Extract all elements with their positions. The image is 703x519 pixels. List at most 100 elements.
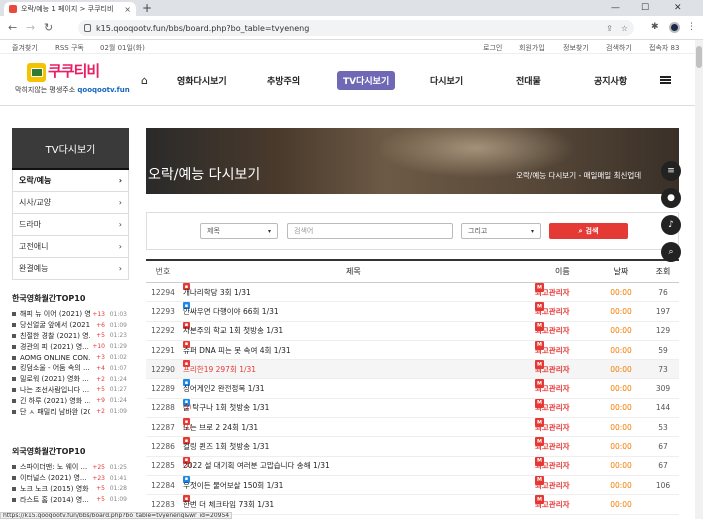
rank-row[interactable]: 경관의 피 (2021) 영... +10 01:29 xyxy=(12,341,129,352)
rank-row[interactable]: AOMG ONLINE CON... +3 01:02 xyxy=(12,352,129,363)
table-row[interactable]: 12285 ▪ 2022 설 대기획 여러분 고맙습니다 송해 1/31 (1) M 최고… xyxy=(146,456,679,476)
url-field[interactable]: k15.qooqootv.fun/bbs/board.php?bo_table=… xyxy=(78,20,634,36)
author-name: 최고관리자 xyxy=(535,499,570,509)
browser-tab[interactable]: 오락/예능 1 페이지 > 쿠쿠티비 × xyxy=(4,2,136,16)
chevron-right-icon: › xyxy=(118,264,122,273)
sidebar-item-classic-anime[interactable]: 고전애니 › xyxy=(12,236,129,258)
star-icon[interactable]: ☆ xyxy=(621,24,628,33)
user-icon[interactable]: ● xyxy=(661,188,681,208)
table-row[interactable]: 12294 ▪ 개나리학당 3회 1/31 M 최고관리자 00:00 76 xyxy=(146,283,679,303)
post-title: 슬 탁구나 1회 첫방송 1/31 xyxy=(183,403,270,413)
rank-row[interactable]: 라스트 홈 (2014) 영... +5 01:09 xyxy=(12,494,129,505)
sidebar-item-drama[interactable]: 드라마 › xyxy=(12,214,129,236)
rank-row[interactable]: 긴 하루 (2021) 영화 ... +9 01:24 xyxy=(12,395,129,406)
visitor-count[interactable]: 접속자 83 xyxy=(649,43,679,53)
site-header: 쿠쿠티비 막히지않는 평생주소 qooqootv.fun ⌂ 영화다시보기 추방… xyxy=(0,54,695,106)
rank-row[interactable]: 해피 뉴 이어 (2021) 영... +13 01:03 xyxy=(12,309,129,320)
menu-icon[interactable]: ≡ xyxy=(661,161,681,181)
profile-avatar[interactable] xyxy=(669,22,680,33)
site-logo[interactable]: 쿠쿠티비 xyxy=(48,60,100,81)
table-header: 번호 제목 이름 날짜 조회 xyxy=(146,259,679,283)
reload-button[interactable]: ↻ xyxy=(44,21,53,34)
rank-row[interactable]: 친절한 경찰 (2021) 영... +5 01:23 xyxy=(12,331,129,342)
sidebar-item-variety[interactable]: 오락/예능 › xyxy=(12,170,129,192)
search-button[interactable]: ⌕ 검색 xyxy=(549,223,628,239)
nav-rewatch[interactable]: 다시보기 xyxy=(430,74,463,87)
hamburger-menu-icon[interactable] xyxy=(660,76,671,84)
more-menu-icon[interactable]: ⋮ xyxy=(687,22,696,32)
search-icon[interactable]: ⌕ xyxy=(661,242,681,262)
nav-notice[interactable]: 공지사항 xyxy=(594,74,627,87)
rank-row[interactable]: 킹덤소울 - 어둠 속의 ... +4 01:07 xyxy=(12,363,129,374)
table-row[interactable]: 12292 ▪ 자본주의 학교 1회 첫방송 1/31 M 최고관리자 00:00 129 xyxy=(146,321,679,341)
minimize-button[interactable]: — xyxy=(611,0,620,16)
back-button[interactable]: ← xyxy=(8,21,17,34)
bullet-icon xyxy=(12,355,16,360)
table-row[interactable]: 12287 ▪ 노는 브로 2 24회 1/31 (1) M 최고관리자 00:00 53 xyxy=(146,418,679,438)
sidebar-item-completed-variety[interactable]: 완결예능 › xyxy=(12,258,129,280)
post-number: 12286 xyxy=(151,442,175,452)
post-date: 00:00 xyxy=(610,306,632,316)
rank-row[interactable]: 나는 조선사람입니다 ... +5 01:27 xyxy=(12,385,129,396)
post-number: 12283 xyxy=(151,499,175,509)
home-icon[interactable]: ⌂ xyxy=(141,74,148,87)
url-text: k15.qooqootv.fun/bbs/board.php?bo_table=… xyxy=(96,23,310,33)
table-row[interactable]: 12290 ▪ 프리한19 297회 1/31 M 최고관리자 00:00 73 xyxy=(146,360,679,380)
extensions-icon[interactable]: ✱ xyxy=(651,22,659,32)
rank-time: 01:24 xyxy=(109,375,127,383)
author-name: 최고관리자 xyxy=(535,403,570,413)
rank-row[interactable]: 스파이더맨: 노 웨이 ... +25 01:25 xyxy=(12,462,129,473)
sidebar-item-current-affairs[interactable]: 시사/교양 › xyxy=(12,192,129,214)
rank-row[interactable]: 노크 노크 (2015) 영화 ... +5 01:28 xyxy=(12,484,129,495)
table-row[interactable]: 12284 ▪ 우젓이든 물어보살 150회 1/31 M 최고관리자 00:00 106 xyxy=(146,475,679,496)
rss-link[interactable]: RSS 구독 xyxy=(55,43,84,53)
new-tab-button[interactable]: + xyxy=(142,1,152,15)
search-field-select[interactable]: 제목 ▾ xyxy=(200,223,278,239)
rank-row[interactable]: 단 ㅅ 패밀리 남바완 (20... +2 01:09 xyxy=(12,406,129,417)
table-row[interactable]: 12289 ▪ 싱어게인2 완전정복 1/31 M 최고관리자 00:00 309 xyxy=(146,379,679,399)
comment-count: (1) xyxy=(183,462,192,470)
scrollbar-thumb[interactable] xyxy=(696,46,702,68)
post-date: 00:00 xyxy=(610,422,632,432)
share-icon[interactable]: ⇪ xyxy=(606,24,613,33)
post-title: 우젓이든 물어보살 150회 1/31 xyxy=(183,480,284,490)
login-link[interactable]: 로그인 xyxy=(483,43,502,53)
bell-icon[interactable]: ♪ xyxy=(661,215,681,235)
post-views: 73 xyxy=(658,364,668,374)
table-row[interactable]: 12293 ▪ 안싸우면 다행이야 66회 1/31 M 최고관리자 00:00 197 xyxy=(146,302,679,322)
rank-delta: +23 xyxy=(92,474,105,482)
maximize-button[interactable]: ☐ xyxy=(641,0,649,16)
rank-row[interactable]: 밀로워 (2021) 영화 ... +2 01:24 xyxy=(12,374,129,385)
window-close-button[interactable]: ✕ xyxy=(674,0,682,16)
post-date: 00:00 xyxy=(610,326,632,336)
author-name: 최고관리자 xyxy=(535,442,570,452)
table-row[interactable]: 12286 ▪ 컬링 퀸즈 1회 첫방송 1/31 M 최고관리자 00:00 67 xyxy=(146,437,679,457)
rank-row[interactable]: 이터널스 (2021) 영... +23 01:41 xyxy=(12,473,129,484)
nav-movie[interactable]: 영화다시보기 xyxy=(177,74,227,87)
rank-delta: +13 xyxy=(92,310,105,318)
signup-link[interactable]: 회원가입 xyxy=(519,43,545,53)
table-row[interactable]: 12291 ▪ 슈퍼 DNA 피는 못 속여 4회 1/31 M 최고관리자 00:00 5… xyxy=(146,340,679,361)
find-info-link[interactable]: 정보찾기 xyxy=(563,43,589,53)
search-input[interactable]: 검색어 xyxy=(287,223,453,239)
table-row[interactable]: 12288 ▪ 슬 탁구나 1회 첫방송 1/31 (1) M 최고관리자 00:00 144 xyxy=(146,398,679,419)
tab-close-button[interactable]: × xyxy=(124,5,131,14)
rank-row[interactable]: 당신얼굴 앞에서 (2021)... +6 01:09 xyxy=(12,320,129,331)
post-title: 안싸우면 다행이야 66회 1/31 xyxy=(183,306,279,316)
nav-tv[interactable]: TV다시보기 xyxy=(337,71,396,90)
nav-sentai[interactable]: 전대물 xyxy=(516,74,541,87)
post-number: 12294 xyxy=(151,287,175,297)
post-views: 197 xyxy=(655,306,671,316)
rank-title-text: 긴 하루 (2021) 영화 ... xyxy=(20,396,90,405)
forward-button[interactable]: → xyxy=(26,21,35,34)
rank-delta: +2 xyxy=(96,408,105,416)
bookmark-link[interactable]: 즐겨찾기 xyxy=(12,43,38,53)
header-date: 날짜 xyxy=(613,267,629,276)
search-logic-select[interactable]: 그리고 ▾ xyxy=(461,223,541,239)
rank-time: 01:41 xyxy=(109,474,127,482)
nav-chubang[interactable]: 추방주의 xyxy=(267,74,300,87)
search-link[interactable]: 검색하기 xyxy=(606,43,632,53)
page-scrollbar[interactable] xyxy=(695,40,703,519)
tv-logo-icon[interactable] xyxy=(27,63,46,82)
post-title: 2022 설 대기획 여러분 고맙습니다 송해 1/31 xyxy=(183,461,330,471)
